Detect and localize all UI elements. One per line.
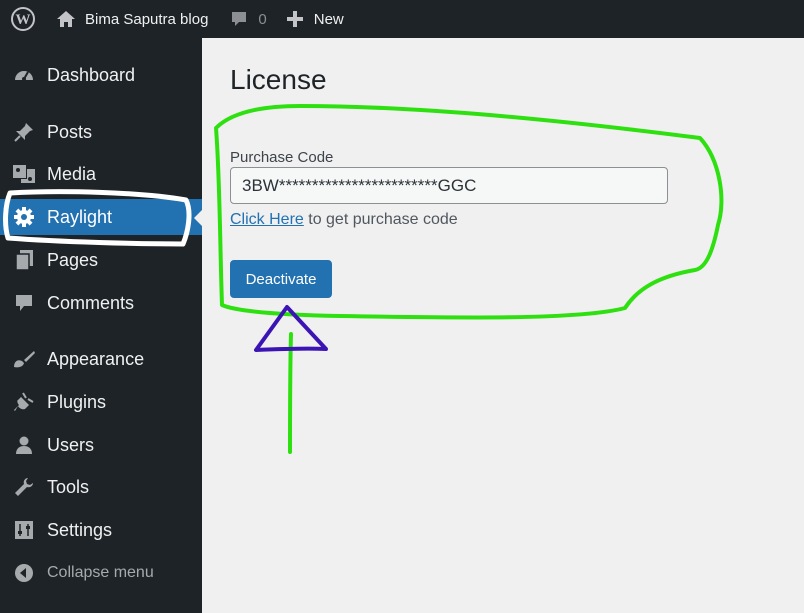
main-content: License Purchase Code Click Here to get … <box>202 38 804 613</box>
pages-icon <box>11 247 37 273</box>
menu-item-pages[interactable]: Pages <box>0 242 202 278</box>
new-label: New <box>313 10 344 28</box>
help-text: to get purchase code <box>303 211 458 228</box>
menu-label-appearance: Appearance <box>47 348 145 369</box>
collapse-menu-label: Collapse menu <box>47 564 154 581</box>
dashboard-icon <box>11 62 37 88</box>
purchase-code-help: Click Here to get purchase code <box>230 211 458 229</box>
menu-label-pages: Pages <box>47 249 99 270</box>
menu-label-users: Users <box>47 434 95 455</box>
comments-count: 0 <box>258 10 267 28</box>
collapse-menu-button[interactable]: Collapse menu <box>0 555 202 591</box>
page-title: License <box>230 64 327 95</box>
menu-label-posts: Posts <box>47 121 93 142</box>
plus-icon <box>286 11 303 27</box>
new-content-button[interactable]: New <box>277 0 354 38</box>
menu-label-comments: Comments <box>47 292 135 313</box>
wordpress-logo-icon: W <box>11 7 35 31</box>
svg-text:W: W <box>16 12 31 28</box>
menu-item-tools[interactable]: Tools <box>0 469 202 505</box>
menu-item-raylight[interactable]: Raylight <box>0 199 202 235</box>
menu-item-appearance[interactable]: Appearance <box>0 341 202 377</box>
paintbrush-icon <box>11 346 37 372</box>
deactivate-button[interactable]: Deactivate <box>230 260 332 298</box>
media-icon <box>11 161 37 187</box>
admin-sidebar: Dashboard Posts Media Raylight Pages Com… <box>0 38 202 613</box>
menu-item-plugins[interactable]: Plugins <box>0 384 202 420</box>
menu-label-plugins: Plugins <box>47 391 107 412</box>
home-icon <box>57 11 75 27</box>
site-name-link[interactable]: Bima Saputra blog <box>46 0 220 38</box>
menu-label-media: Media <box>47 163 97 184</box>
menu-label-tools: Tools <box>47 476 90 497</box>
admin-bar: W Bima Saputra blog 0 New <box>0 0 804 38</box>
gear-icon <box>11 204 37 230</box>
plug-icon <box>11 389 37 415</box>
purchase-code-input[interactable] <box>230 167 668 204</box>
pushpin-icon <box>11 119 37 145</box>
menu-label-raylight: Raylight <box>47 206 113 227</box>
wordpress-logo-button[interactable]: W <box>0 0 46 38</box>
comments-link[interactable]: 0 <box>220 0 276 38</box>
site-name-label: Bima Saputra blog <box>85 10 209 28</box>
user-icon <box>11 432 37 458</box>
menu-item-dashboard[interactable]: Dashboard <box>0 57 202 93</box>
menu-label-settings: Settings <box>47 519 113 540</box>
settings-icon <box>11 517 37 543</box>
click-here-link[interactable]: Click Here <box>230 211 304 228</box>
menu-item-media[interactable]: Media <box>0 156 202 192</box>
comment-bubble-icon <box>232 12 247 26</box>
purchase-code-label: Purchase Code <box>230 149 334 166</box>
menu-item-comments[interactable]: Comments <box>0 285 202 321</box>
collapse-arrow-icon <box>11 560 37 586</box>
wrench-icon <box>11 474 37 500</box>
menu-item-posts[interactable]: Posts <box>0 114 202 150</box>
comment-icon <box>11 290 37 316</box>
menu-item-settings[interactable]: Settings <box>0 512 202 548</box>
menu-item-users[interactable]: Users <box>0 427 202 463</box>
menu-label-dashboard: Dashboard <box>47 64 136 85</box>
